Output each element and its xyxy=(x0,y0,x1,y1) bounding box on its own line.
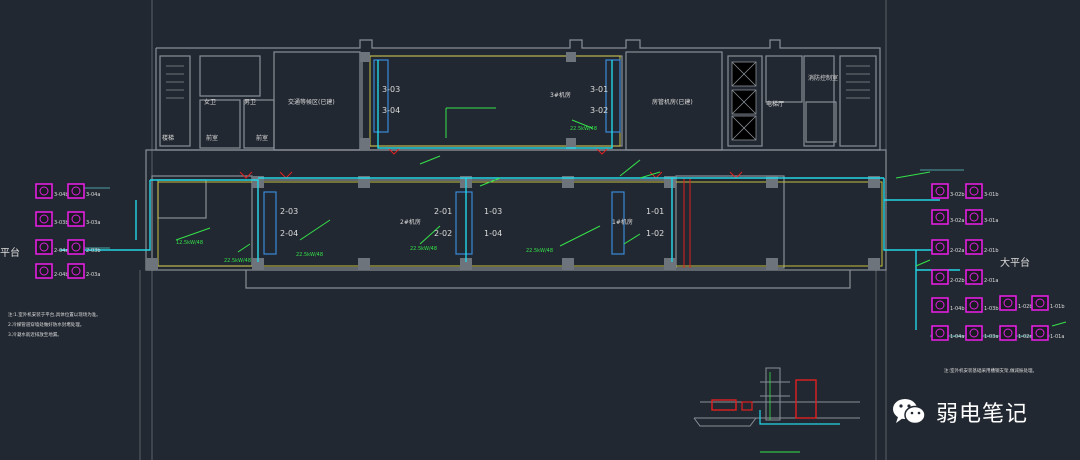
watermark-text: 弱电笔记 xyxy=(936,402,1029,427)
outdoor-unit xyxy=(1031,295,1049,311)
room-label-elevator: 电梯厅 xyxy=(766,100,784,108)
outdoor-unit-label: 3-04b xyxy=(54,192,69,198)
outdoor-unit xyxy=(67,183,85,199)
equipment-label: 2-01 xyxy=(434,207,452,216)
outdoor-unit xyxy=(931,209,949,225)
note-line: 注:1.室外机安装于平台,具体位置以现场为准。 xyxy=(8,311,101,318)
outdoor-unit-label: 1-04b xyxy=(950,306,965,312)
outdoor-unit-label: 2-04b xyxy=(54,272,69,278)
equipment-label: 3-01 xyxy=(590,85,608,94)
note-line: 3.冷凝水就近排放至地漏。 xyxy=(8,331,62,338)
label-big-terrace: 大平台 xyxy=(1000,256,1030,269)
pipe-label: 22.5kW/48 xyxy=(224,258,251,264)
room-label-b: 男卫 xyxy=(244,99,256,106)
room-label-c: 前室 xyxy=(206,134,218,142)
outdoor-unit xyxy=(931,183,949,199)
outdoor-unit xyxy=(965,239,983,255)
outdoor-unit-label: 1-02a xyxy=(1018,334,1032,340)
outdoor-unit-label: 2-01a xyxy=(984,278,998,284)
outdoor-unit xyxy=(965,269,983,285)
outdoor-unit-label: 3-01b xyxy=(984,192,999,198)
outdoor-unit xyxy=(67,239,85,255)
pipe-label: 22.5kW/48 xyxy=(410,246,437,252)
room-label-a: 女卫 xyxy=(204,98,216,106)
outdoor-unit xyxy=(931,239,949,255)
outdoor-unit-label: 2-01b xyxy=(984,248,999,254)
outdoor-unit-label: 3-03b xyxy=(54,220,69,226)
pipe-label: 22.5kW/48 xyxy=(526,248,553,254)
label-left-terrace: 平台 xyxy=(0,246,20,259)
room-label-left-corridor: 交通等候区(已建) xyxy=(288,98,335,106)
outdoor-unit xyxy=(965,183,983,199)
outdoor-unit xyxy=(35,211,53,227)
equipment-label: 2-03 xyxy=(280,207,298,216)
outdoor-unit-label: 3-02a xyxy=(950,218,964,224)
room-label-main: 2#机房 xyxy=(400,218,421,226)
room-label-d: 前室 xyxy=(256,134,268,142)
outdoor-unit-label: 3-04a xyxy=(86,192,100,198)
outdoor-unit xyxy=(67,211,85,227)
room-label-right: 1#机房 xyxy=(612,218,633,226)
equipment-label: 1-04 xyxy=(484,229,502,238)
outdoor-unit-label: 2-04a xyxy=(54,248,68,254)
outdoor-unit-label: 2-02b xyxy=(950,278,965,284)
outdoor-unit xyxy=(931,297,949,313)
outdoor-unit xyxy=(1031,325,1049,341)
equipment-label: 2-02 xyxy=(434,229,452,238)
outdoor-unit-label: 2-02a xyxy=(950,248,964,254)
pipe-label: 12.5kW/48 xyxy=(176,240,203,246)
outdoor-unit xyxy=(35,263,53,279)
outdoor-unit-label: 1-04a xyxy=(950,334,964,340)
outdoor-unit-label: 3-03a xyxy=(86,220,100,226)
outdoor-unit xyxy=(999,325,1017,341)
outdoor-unit-label: 2-03b xyxy=(86,248,101,254)
outdoor-unit xyxy=(965,297,983,313)
note-line: 注:室外机安装基础采用槽钢支架,做减振处理。 xyxy=(944,367,1037,374)
outdoor-unit-label: 1-02b xyxy=(1018,304,1033,310)
room-label-center-top: 3#机房 xyxy=(550,91,571,99)
outdoor-unit xyxy=(931,269,949,285)
outdoor-unit xyxy=(965,209,983,225)
equipment-label: 1-01 xyxy=(646,207,664,216)
equipment-label: 3-02 xyxy=(590,106,608,115)
equipment-label: 3-03 xyxy=(382,85,400,94)
outdoor-unit xyxy=(67,263,85,279)
outdoor-unit xyxy=(35,239,53,255)
outdoor-unit-label: 3-02b xyxy=(950,192,965,198)
outdoor-unit xyxy=(965,325,983,341)
outdoor-unit-label: 1-01b xyxy=(1050,304,1065,310)
outdoor-unit-label: 1-01a xyxy=(1050,334,1064,340)
outdoor-unit xyxy=(931,325,949,341)
outdoor-unit-label: 1-03b xyxy=(984,306,999,312)
outdoor-unit-label: 1-03a xyxy=(984,334,998,340)
watermark: 弱电笔记 xyxy=(892,392,1072,432)
equipment-label: 1-03 xyxy=(484,207,502,216)
room-label-stair: 楼梯 xyxy=(162,134,174,142)
equipment-label: 2-04 xyxy=(280,229,298,238)
room-label-fire: 消防控制室 xyxy=(808,74,838,82)
equipment-label: 3-04 xyxy=(382,106,400,115)
outdoor-unit-label: 2-03a xyxy=(86,272,100,278)
note-line: 2.冷媒管道穿墙处做好防水封堵处理。 xyxy=(8,321,84,328)
outdoor-unit xyxy=(35,183,53,199)
wechat-icon xyxy=(893,399,926,425)
outdoor-unit xyxy=(999,295,1017,311)
pipe-label: 22.5kW/48 xyxy=(296,252,323,258)
outdoor-unit-label: 3-01a xyxy=(984,218,998,224)
equipment-label: 1-02 xyxy=(646,229,664,238)
pipe-label: 22.5kW/48 xyxy=(570,126,597,132)
hvac-floor-plan: 楼梯 女卫 男卫 前室 前室 交通等候区(已建) 房管机房(已建) 电梯厅 消防… xyxy=(0,0,1080,460)
room-label-right-corridor: 房管机房(已建) xyxy=(652,98,693,106)
